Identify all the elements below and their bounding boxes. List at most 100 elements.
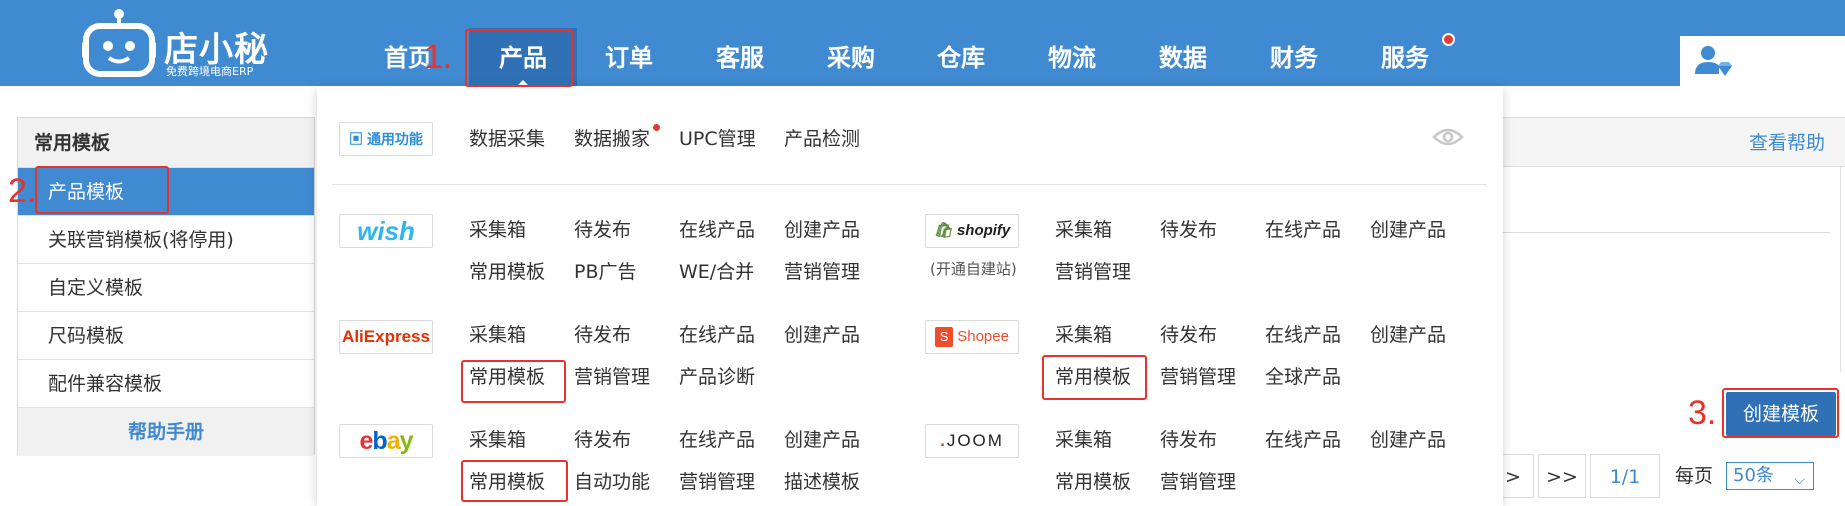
content-header: 查看帮助 bbox=[1500, 117, 1845, 167]
shopee-label: Shopee bbox=[957, 328, 1009, 345]
nav-purchasing[interactable]: 采购 bbox=[797, 28, 905, 88]
shopee-bag-icon: S bbox=[935, 327, 954, 348]
ali-create-product[interactable]: 创建产品 bbox=[784, 322, 860, 348]
shopify-marketing[interactable]: 营销管理 bbox=[1055, 259, 1131, 285]
joom-label: JOOM bbox=[946, 431, 1004, 450]
shopping-bag-icon: 🛍 bbox=[933, 222, 953, 239]
sidebar-title: 常用模板 bbox=[18, 118, 314, 168]
annotation-box bbox=[461, 360, 566, 403]
view-help-link[interactable]: 查看帮助 bbox=[1749, 118, 1825, 168]
wish-marketing[interactable]: 营销管理 bbox=[784, 259, 860, 285]
general-badge-label: 通用功能 bbox=[366, 131, 423, 147]
sidebar-item-size-template[interactable]: 尺码模板 bbox=[18, 312, 314, 360]
pager-last-button[interactable]: >> bbox=[1538, 454, 1586, 498]
logo-subtitle: 免费跨境电商ERP bbox=[166, 65, 254, 78]
ebay-marketing[interactable]: 营销管理 bbox=[679, 469, 755, 495]
nav-warehouse[interactable]: 仓库 bbox=[907, 28, 1015, 88]
shopee-create-product[interactable]: 创建产品 bbox=[1370, 322, 1446, 348]
ali-to-publish[interactable]: 待发布 bbox=[574, 322, 631, 348]
wish-to-publish[interactable]: 待发布 bbox=[574, 217, 631, 243]
shopify-create-product[interactable]: 创建产品 bbox=[1370, 217, 1446, 243]
shopee-global-products[interactable]: 全球产品 bbox=[1265, 364, 1341, 390]
aliexpress-logo: AliExpress bbox=[339, 320, 433, 354]
shopify-online-products[interactable]: 在线产品 bbox=[1265, 217, 1341, 243]
per-page-value: 50条 bbox=[1733, 465, 1774, 486]
ebay-logo: ebay bbox=[339, 424, 433, 458]
products-dropdown-menu: ▣ 通用功能 数据采集 数据搬家 UPC管理 产品检测 wish 采集箱 待发布… bbox=[317, 86, 1503, 506]
ebay-auto-functions[interactable]: 自动功能 bbox=[574, 469, 650, 495]
annotation-box bbox=[465, 29, 573, 87]
menu-product-check[interactable]: 产品检测 bbox=[784, 126, 860, 152]
wish-collect-box[interactable]: 采集箱 bbox=[469, 217, 526, 243]
wish-common-templates[interactable]: 常用模板 bbox=[469, 259, 545, 285]
pager-page-indicator: 1/1 bbox=[1590, 454, 1660, 498]
nav-data[interactable]: 数据 bbox=[1129, 28, 1237, 88]
menu-data-migration[interactable]: 数据搬家 bbox=[574, 126, 650, 152]
per-page-select[interactable]: 50条 ⌵ bbox=[1726, 462, 1814, 490]
ebay-collect-box[interactable]: 采集箱 bbox=[469, 427, 526, 453]
sidebar-item-parts-compatibility[interactable]: 配件兼容模板 bbox=[18, 360, 314, 408]
top-nav-bar: 店小秘 免费跨境电商ERP 首页 产品 订单 客服 采购 仓库 物流 数据 财务… bbox=[0, 0, 1845, 88]
wish-online-products[interactable]: 在线产品 bbox=[679, 217, 755, 243]
nav-logistics[interactable]: 物流 bbox=[1018, 28, 1126, 88]
joom-collect-box[interactable]: 采集箱 bbox=[1055, 427, 1112, 453]
annotation-box bbox=[35, 166, 169, 214]
ali-marketing[interactable]: 营销管理 bbox=[574, 364, 650, 390]
user-menu[interactable] bbox=[1680, 36, 1845, 86]
annotation-box bbox=[461, 460, 568, 502]
shopify-logo: 🛍 shopify bbox=[925, 214, 1019, 248]
joom-online-products[interactable]: 在线产品 bbox=[1265, 427, 1341, 453]
joom-marketing[interactable]: 营销管理 bbox=[1160, 469, 1236, 495]
ebay-online-products[interactable]: 在线产品 bbox=[679, 427, 755, 453]
annotation-step-3: 3. bbox=[1688, 394, 1717, 432]
new-badge-dot bbox=[653, 124, 660, 131]
sidebar-item-related-marketing[interactable]: 关联营销模板(将停用) bbox=[18, 216, 314, 264]
ebay-to-publish[interactable]: 待发布 bbox=[574, 427, 631, 453]
ali-product-diagnosis[interactable]: 产品诊断 bbox=[679, 364, 755, 390]
annotation-step-2: 2. bbox=[8, 172, 37, 210]
ali-online-products[interactable]: 在线产品 bbox=[679, 322, 755, 348]
shopee-logo: S Shopee bbox=[925, 320, 1019, 354]
shopee-marketing[interactable]: 营销管理 bbox=[1160, 364, 1236, 390]
shopify-to-publish[interactable]: 待发布 bbox=[1160, 217, 1217, 243]
divider bbox=[1500, 232, 1830, 233]
wish-pb-ads[interactable]: PB广告 bbox=[574, 259, 637, 285]
joom-logo: .JOOM bbox=[925, 424, 1019, 458]
ebay-description-templates[interactable]: 描述模板 bbox=[784, 469, 860, 495]
annotation-step-1: 1. bbox=[424, 38, 453, 76]
menu-data-collection[interactable]: 数据采集 bbox=[469, 126, 545, 152]
joom-to-publish[interactable]: 待发布 bbox=[1160, 427, 1217, 453]
chevron-down-icon: ⌵ bbox=[1794, 472, 1805, 488]
shopify-label: shopify bbox=[956, 222, 1011, 239]
ali-collect-box[interactable]: 采集箱 bbox=[469, 322, 526, 348]
sidebar-item-custom-template[interactable]: 自定义模板 bbox=[18, 264, 314, 312]
wish-we-merge[interactable]: WE/合并 bbox=[679, 259, 754, 285]
shopify-note: (开通自建站) bbox=[930, 260, 1017, 278]
annotation-box bbox=[1722, 388, 1839, 438]
divider bbox=[1840, 167, 1841, 372]
notification-dot bbox=[1442, 33, 1455, 46]
joom-common-templates[interactable]: 常用模板 bbox=[1055, 469, 1131, 495]
per-page-label: 每页 bbox=[1675, 465, 1714, 487]
joom-create-product[interactable]: 创建产品 bbox=[1370, 427, 1446, 453]
wish-logo: wish bbox=[339, 214, 433, 248]
shopee-to-publish[interactable]: 待发布 bbox=[1160, 322, 1217, 348]
annotation-box bbox=[1042, 355, 1147, 400]
wish-create-product[interactable]: 创建产品 bbox=[784, 217, 860, 243]
robot-icon: ▣ bbox=[349, 131, 364, 147]
shopee-collect-box[interactable]: 采集箱 bbox=[1055, 322, 1112, 348]
nav-customer-service[interactable]: 客服 bbox=[686, 28, 794, 88]
help-manual-link[interactable]: 帮助手册 bbox=[18, 408, 314, 456]
joom-mark-icon: . bbox=[940, 431, 947, 450]
nav-orders[interactable]: 订单 bbox=[575, 28, 683, 88]
robot-logo-icon bbox=[82, 9, 156, 77]
menu-upc-management[interactable]: UPC管理 bbox=[679, 126, 756, 152]
shopee-online-products[interactable]: 在线产品 bbox=[1265, 322, 1341, 348]
shopify-collect-box[interactable]: 采集箱 bbox=[1055, 217, 1112, 243]
general-functions-badge: ▣ 通用功能 bbox=[339, 122, 433, 156]
nav-finance[interactable]: 财务 bbox=[1240, 28, 1348, 88]
ebay-create-product[interactable]: 创建产品 bbox=[784, 427, 860, 453]
eye-icon[interactable] bbox=[1432, 126, 1464, 148]
menu-separator bbox=[332, 184, 1487, 185]
user-diamond-icon bbox=[1695, 46, 1732, 76]
